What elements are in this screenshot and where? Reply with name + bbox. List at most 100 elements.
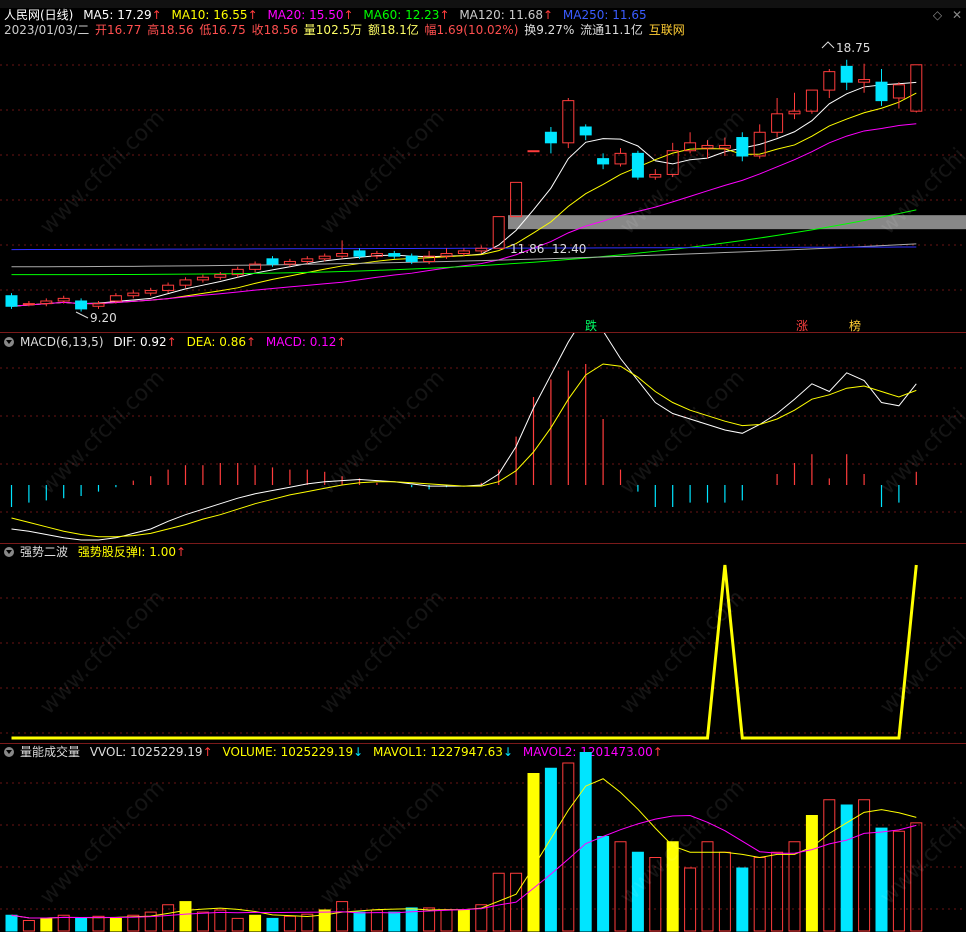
ma5-line: [11, 81, 917, 307]
volume-bar: [249, 914, 262, 932]
candle-body: [579, 126, 592, 136]
candle-body: [457, 250, 470, 255]
candle-body: [196, 276, 209, 281]
candle-body: [492, 216, 505, 249]
candle-body: [631, 152, 644, 178]
candle-body: [718, 144, 731, 149]
candle-body: [318, 255, 331, 260]
volume-bar: [266, 917, 279, 932]
volume-bar: [5, 914, 18, 932]
volume-bar: [457, 909, 470, 932]
candle-body: [892, 84, 905, 99]
volume-bar: [666, 841, 679, 932]
volume-bar: [109, 917, 122, 932]
candle-body: [179, 279, 192, 286]
candle-body: [144, 289, 157, 294]
macd-chart[interactable]: [0, 333, 966, 543]
volume-bar: [562, 762, 575, 932]
candlestick-chart[interactable]: 18.75 9.20 11.86 12.40 跌 涨 榜: [0, 0, 966, 332]
dif-line: [11, 333, 917, 541]
volume-bar: [701, 841, 714, 932]
candle-body: [701, 144, 714, 149]
volume-bar: [631, 851, 644, 932]
volume-bar: [440, 909, 453, 932]
volume-bar: [283, 915, 296, 932]
candle-body: [649, 173, 662, 178]
candle-body: [283, 260, 296, 265]
candle-body: [127, 292, 140, 297]
candle-body: [597, 158, 610, 165]
tag-bang: 榜: [849, 318, 861, 332]
resistance-band: [508, 215, 966, 230]
candle-body: [875, 81, 888, 102]
candle-body: [544, 131, 557, 144]
volume-bar: [875, 827, 888, 932]
volume-bar: [753, 857, 766, 932]
volume-bar: [718, 851, 731, 932]
volume-bar: [910, 822, 923, 932]
low-price-label: 9.20: [90, 311, 117, 325]
candle-body: [353, 250, 366, 257]
volume-bar: [614, 841, 627, 932]
volume-chart[interactable]: [0, 743, 966, 932]
candle-body: [388, 253, 401, 257]
candle-body: [823, 71, 836, 91]
candle-body: [92, 303, 105, 307]
candle-body: [214, 274, 227, 278]
volume-bar: [179, 901, 192, 932]
ma20-line: [11, 123, 917, 307]
candle-body: [75, 300, 88, 310]
volume-bar: [492, 872, 505, 932]
candle-body: [805, 89, 818, 112]
mavol1-line: [11, 778, 917, 919]
level-label: 11.86: [510, 242, 544, 256]
dea-line: [11, 363, 917, 538]
candle-body: [109, 295, 122, 302]
wave-signal-line: [11, 564, 918, 740]
volume-bar: [336, 901, 349, 932]
volume-bar: [823, 799, 836, 932]
volume-bar: [527, 773, 540, 932]
tag-die: 跌: [585, 318, 597, 332]
candle-body: [562, 100, 575, 144]
candle-body: [22, 303, 35, 306]
volume-bar: [196, 911, 209, 932]
volume-bar: [92, 915, 105, 932]
level-label: 12.40: [552, 242, 586, 256]
volume-bar: [214, 909, 227, 932]
low-marker: [75, 311, 89, 319]
wave-chart[interactable]: [0, 543, 966, 743]
volume-bar: [388, 911, 401, 932]
volume-bar: [597, 836, 610, 932]
candle-body: [301, 258, 314, 262]
volume-bar: [144, 911, 157, 932]
candle-body: [266, 258, 279, 265]
candle-body: [527, 150, 540, 153]
volume-bar: [736, 867, 749, 932]
candle-body: [57, 297, 70, 302]
candle-body: [736, 137, 749, 157]
volume-bar: [840, 804, 853, 932]
volume-bar: [318, 909, 331, 932]
volume-bar: [75, 917, 88, 932]
peak-price-label: 18.75: [836, 41, 870, 55]
volume-bar: [684, 867, 697, 932]
candle-body: [40, 300, 53, 305]
volume-bar: [788, 841, 801, 932]
candle-body: [370, 253, 383, 257]
volume-bar: [353, 911, 366, 932]
volume-bar: [771, 851, 784, 932]
volume-bar: [231, 917, 244, 932]
peak-marker: [821, 41, 835, 49]
candle-body: [771, 113, 784, 133]
volume-bar: [892, 830, 905, 932]
volume-bar: [544, 767, 557, 932]
candle-body: [858, 79, 871, 83]
tag-zhang: 涨: [796, 318, 808, 332]
candle-body: [910, 64, 923, 112]
volume-bar: [649, 857, 662, 932]
candle-body: [788, 110, 801, 115]
volume-bar: [805, 815, 818, 932]
candle-body: [405, 255, 418, 262]
volume-bar: [22, 920, 35, 932]
